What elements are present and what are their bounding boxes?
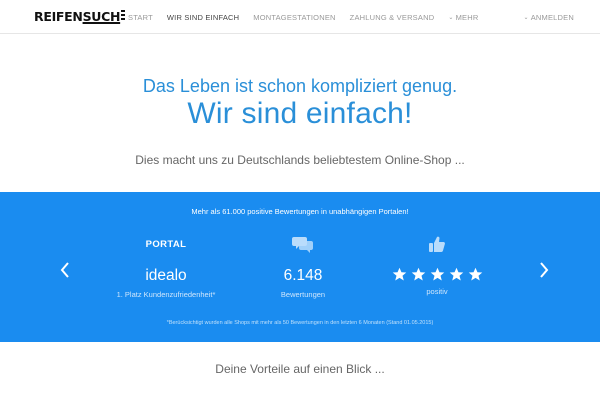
nav-more-dropdown[interactable]: ⌄ MEHR (448, 13, 478, 22)
hero-subline: Dies macht uns zu Deutschlands beliebtes… (135, 153, 465, 167)
star-icon (411, 267, 425, 281)
thumbs-up-icon (429, 236, 445, 252)
portal-header: PORTAL (145, 238, 187, 250)
review-count: 6.148 (283, 267, 323, 284)
reviews-headline: Mehr als 61.000 positive Bewertungen in … (191, 207, 409, 216)
review-column-portal: PORTAL idealo 1. Platz Kundenzufriedenhe… (91, 234, 241, 300)
nav-link-zahlung-versand[interactable]: ZAHLUNG & VERSAND (350, 13, 435, 22)
chevron-down-icon: ⌄ (448, 14, 454, 21)
chevron-left-icon (60, 262, 69, 278)
rating-stars (362, 267, 512, 282)
reviews-footnote: *Berücksichtigt wurden alle Shops mit me… (166, 320, 434, 326)
carousel-prev-button[interactable] (58, 262, 72, 282)
review-column-rating: positiv (362, 234, 512, 296)
nav-links: START WIR SIND EINFACH MONTAGESTATIONEN … (128, 0, 492, 34)
nav-more-label: MEHR (455, 12, 479, 22)
logo-text-part2: SUCH (82, 9, 121, 24)
chevron-down-icon: ⌄ (523, 14, 529, 21)
portal-caption: 1. Platz Kundenzufriedenheit* (116, 290, 216, 299)
benefits-title: Deine Vorteile auf einen Blick ... (215, 362, 385, 376)
reviews-band: Mehr als 61.000 positive Bewertungen in … (0, 192, 600, 342)
star-icon (468, 267, 482, 281)
logo-text-part1: REIFEN (34, 9, 83, 24)
nav-link-start[interactable]: START (128, 13, 153, 22)
top-navbar: REIFENSUCH START WIR SIND EINFACH MONTAG… (0, 0, 600, 34)
logo-lines-icon (121, 10, 126, 22)
hero-title: Wir sind einfach! (187, 97, 413, 130)
review-column-count: 6.148 Bewertungen (228, 234, 378, 299)
carousel-next-button[interactable] (537, 262, 551, 282)
star-icon (430, 267, 444, 281)
site-logo[interactable]: REIFENSUCH (34, 9, 126, 25)
rating-caption: positiv (426, 287, 448, 296)
star-icon (449, 267, 463, 281)
chevron-right-icon (540, 262, 549, 278)
nav-link-wir-sind-einfach[interactable]: WIR SIND EINFACH (167, 13, 239, 22)
portal-name: idealo (145, 267, 187, 284)
star-icon (392, 267, 406, 281)
login-label: ANMELDEN (530, 12, 574, 22)
review-count-caption: Bewertungen (280, 290, 326, 299)
hero-tagline: Das Leben ist schon kompliziert genug. (142, 76, 458, 96)
nav-link-montagestationen[interactable]: MONTAGESTATIONEN (253, 13, 335, 22)
login-link[interactable]: ⌄ ANMELDEN (523, 0, 574, 34)
speech-bubbles-icon (292, 237, 313, 253)
